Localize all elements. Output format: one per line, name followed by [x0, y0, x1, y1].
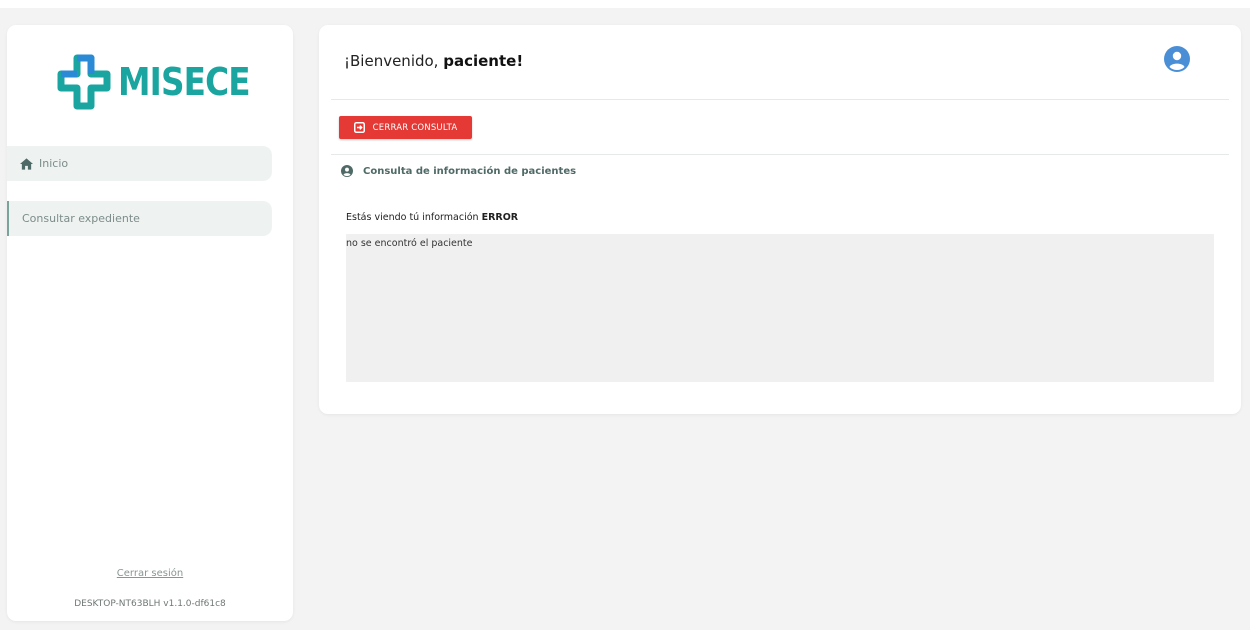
sidebar-item-label: Inicio — [39, 157, 69, 170]
info-status: ERROR — [481, 212, 519, 223]
result-text: no se encontró el paciente — [346, 238, 473, 249]
greeting-user: paciente! — [443, 52, 524, 70]
logo: MISECE — [55, 52, 255, 112]
page-title: ¡Bienvenido, paciente! — [344, 52, 523, 70]
section-title: Consulta de información de pacientes — [341, 165, 576, 177]
logout-link[interactable]: Cerrar sesión — [7, 568, 293, 579]
sidebar-item-inicio[interactable]: Inicio — [7, 146, 272, 181]
greeting-prefix: ¡Bienvenido, — [344, 52, 444, 70]
close-consulta-label: CERRAR CONSULTA — [372, 122, 458, 133]
logo-text: MISECE — [118, 60, 251, 104]
divider — [331, 99, 1229, 100]
medical-cross-logo-icon — [57, 54, 111, 110]
section-title-text: Consulta de información de pacientes — [363, 165, 577, 177]
home-icon — [20, 157, 33, 170]
sidebar-item-consultar-expediente[interactable]: Consultar expediente — [7, 201, 272, 236]
version-text: DESKTOP-NT63BLH v1.1.0-df61c8 — [74, 599, 226, 609]
sidebar: MISECE Inicio Consultar expediente Cerra… — [7, 25, 293, 621]
user-circle-icon — [341, 165, 353, 177]
result-textarea[interactable]: no se encontró el paciente — [346, 234, 1214, 382]
sidebar-item-label: Consultar expediente — [22, 212, 140, 225]
app-window: MISECE Inicio Consultar expediente Cerra… — [0, 8, 1250, 630]
user-circle-icon[interactable] — [1164, 46, 1190, 72]
divider — [331, 154, 1229, 155]
close-consulta-button[interactable]: CERRAR CONSULTA — [339, 116, 472, 139]
info-prefix: Estás viendo tú información — [346, 212, 482, 223]
info-line: Estás viendo tú información ERROR — [346, 212, 518, 223]
sign-out-box-icon — [353, 122, 365, 133]
main-card: ¡Bienvenido, paciente! CERRAR CONSULTA C… — [319, 25, 1241, 414]
